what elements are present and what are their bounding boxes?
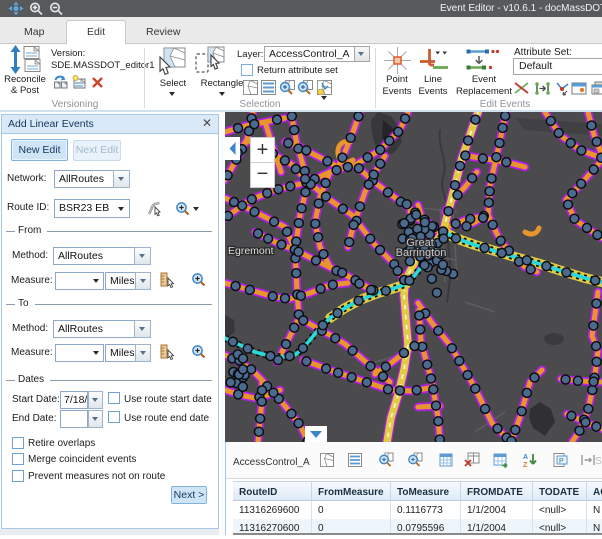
svg-text:Egremont: Egremont xyxy=(228,245,274,257)
svg-text:P: P xyxy=(559,458,564,465)
svg-text:A: A xyxy=(523,454,528,461)
svg-text:Z: Z xyxy=(523,462,528,468)
svg-text:Barrington: Barrington xyxy=(396,247,447,259)
